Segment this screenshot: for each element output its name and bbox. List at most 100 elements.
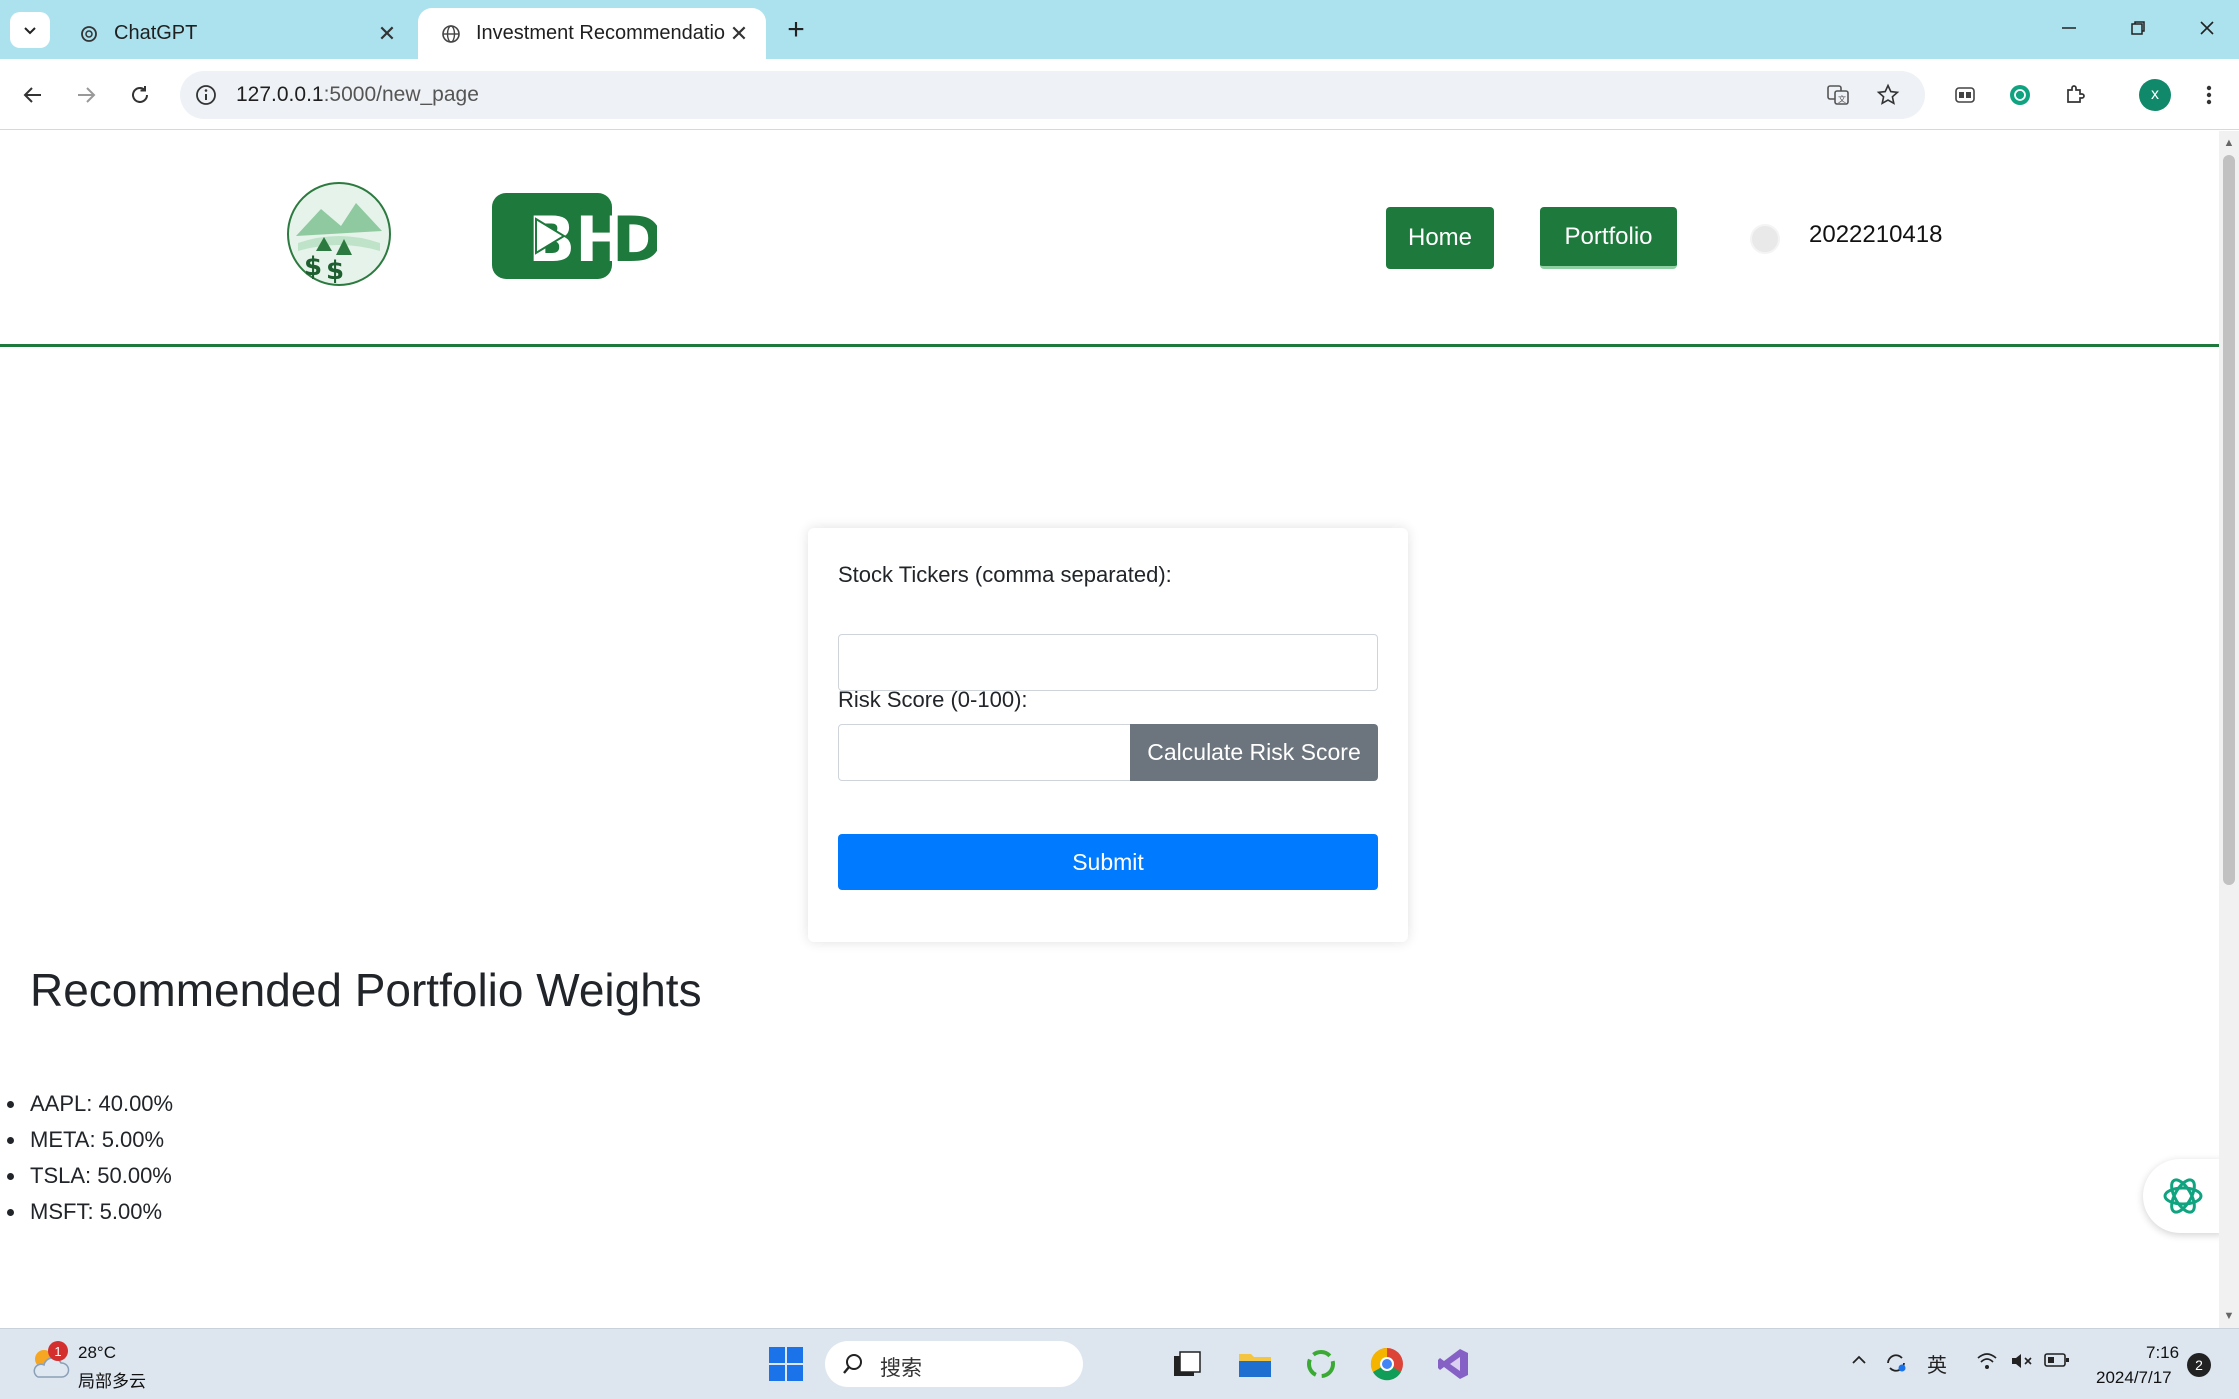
scrollbar-thumb[interactable] xyxy=(2223,155,2235,885)
url-path: :5000/new_page xyxy=(323,83,479,106)
chatgpt-floating-button[interactable] xyxy=(2143,1159,2219,1233)
tab-investment[interactable]: Investment Recommendatio ✕ xyxy=(418,8,766,59)
browser-menu-button[interactable] xyxy=(2191,77,2227,113)
circle-arrows-icon xyxy=(1307,1350,1335,1378)
chatgpt-extension-button[interactable] xyxy=(2002,77,2038,113)
calculate-risk-score-button[interactable]: Calculate Risk Score xyxy=(1130,724,1378,781)
list-item: MSFT: 5.00% xyxy=(6,1194,173,1230)
arrow-left-icon xyxy=(23,87,41,103)
chatgpt-icon xyxy=(2163,1178,2203,1214)
close-icon xyxy=(2200,21,2214,35)
tab-chatgpt[interactable]: ChatGPT ✕ xyxy=(56,8,414,59)
chatgpt-icon xyxy=(2010,85,2030,105)
restore-icon xyxy=(2131,21,2145,35)
profile-avatar[interactable]: x xyxy=(2139,79,2171,111)
svg-text:$: $ xyxy=(304,252,322,282)
svg-text:$: $ xyxy=(326,256,344,286)
browser-tab-strip: ChatGPT ✕ Investment Recommendatio ✕ + xyxy=(0,0,2239,59)
task-view-button[interactable] xyxy=(1166,1343,1208,1385)
reload-button[interactable] xyxy=(122,77,158,113)
site-logo-bhd[interactable]: BHD D xyxy=(492,191,679,281)
chevron-down-icon xyxy=(24,27,36,35)
user-id: 2022210418 xyxy=(1809,221,1943,248)
search-icon xyxy=(841,1352,865,1381)
chatgpt-icon xyxy=(78,23,100,45)
tab-title: Investment Recommendatio xyxy=(476,22,726,44)
wifi-icon xyxy=(1977,1353,1997,1369)
tickers-label: Stock Tickers (comma separated): xyxy=(838,562,1172,587)
extensions-button[interactable] xyxy=(2057,77,2093,113)
site-header: $ $ BHD D Home Portfolio 2022210418 xyxy=(0,131,2219,347)
site-logo-circle[interactable]: $ $ xyxy=(286,181,392,287)
weather-description: 局部多云 xyxy=(78,1372,146,1391)
weather-temperature: 28°C xyxy=(78,1343,116,1362)
battery-tray-icon[interactable] xyxy=(2044,1351,2070,1374)
more-vertical-icon xyxy=(2206,85,2212,105)
url-host: 127.0.0.1 xyxy=(236,83,324,106)
close-window-button[interactable] xyxy=(2184,8,2230,48)
tab-title: ChatGPT xyxy=(114,22,198,44)
task-view-icon xyxy=(1174,1351,1201,1376)
windows-taskbar: 1 28°C 局部多云 搜索 英 7:16 2024/7/17 2 xyxy=(0,1328,2239,1399)
translate-icon[interactable]: 文 xyxy=(1825,82,1851,108)
submit-button[interactable]: Submit xyxy=(838,834,1378,890)
back-button[interactable] xyxy=(15,77,51,113)
chevron-up-icon xyxy=(1852,1355,1866,1364)
scroll-down-icon[interactable]: ▼ xyxy=(2223,1310,2235,1322)
start-button[interactable] xyxy=(765,1343,807,1385)
scroll-up-icon[interactable]: ▲ xyxy=(2223,137,2235,149)
reading-mode-button[interactable] xyxy=(1947,77,1983,113)
page-scrollbar[interactable]: ▲ ▼ xyxy=(2219,131,2239,1328)
browser-toolbar: 127.0.0.1:5000/new_page 文 x xyxy=(0,59,2239,130)
input-method-indicator[interactable]: 英 xyxy=(1927,1349,1947,1378)
visual-studio-icon xyxy=(1438,1349,1468,1379)
minimize-icon xyxy=(2062,27,2076,29)
tickers-input[interactable] xyxy=(838,634,1378,691)
clock-date[interactable]: 2024/7/17 xyxy=(2096,1368,2172,1388)
sync-tray-icon[interactable] xyxy=(1884,1351,1908,1381)
close-icon[interactable]: ✕ xyxy=(374,21,400,47)
battery-icon xyxy=(2044,1353,2069,1367)
windows-icon xyxy=(769,1347,803,1381)
close-icon[interactable]: ✕ xyxy=(726,21,752,47)
new-tab-button[interactable]: + xyxy=(780,13,812,46)
clock-time[interactable]: 7:16 xyxy=(2146,1343,2179,1363)
site-info-icon[interactable] xyxy=(194,83,218,107)
address-bar[interactable]: 127.0.0.1:5000/new_page 文 xyxy=(180,71,1925,119)
search-placeholder: 搜索 xyxy=(880,1357,922,1380)
sync-icon xyxy=(1887,1354,1906,1372)
risk-score-input[interactable] xyxy=(838,724,1131,781)
portfolio-form: Stock Tickers (comma separated): Risk Sc… xyxy=(808,528,1408,942)
globe-icon xyxy=(440,23,462,45)
bookmark-star-icon[interactable] xyxy=(1875,82,1901,108)
chrome-button[interactable] xyxy=(1366,1343,1408,1385)
show-hidden-icons-button[interactable] xyxy=(1850,1351,1868,1375)
results-title: Recommended Portfolio Weights xyxy=(30,964,702,1016)
taskbar-search[interactable]: 搜索 xyxy=(825,1341,1083,1387)
puzzle-icon xyxy=(2067,85,2085,103)
risk-score-label: Risk Score (0-100): xyxy=(838,687,1028,712)
url-text[interactable]: 127.0.0.1:5000/new_page xyxy=(236,83,479,107)
nav-home-button[interactable]: Home xyxy=(1386,207,1494,269)
forward-button[interactable] xyxy=(68,77,104,113)
nav-portfolio-button[interactable]: Portfolio xyxy=(1540,207,1677,269)
list-item: TSLA: 50.00% xyxy=(6,1158,173,1194)
wifi-tray-icon[interactable] xyxy=(1976,1351,1998,1377)
svg-text:D: D xyxy=(612,203,657,276)
file-explorer-button[interactable] xyxy=(1234,1343,1276,1385)
minimize-button[interactable] xyxy=(2046,8,2092,48)
arrow-right-icon xyxy=(78,87,96,103)
app-sync-button[interactable] xyxy=(1300,1343,1342,1385)
page-viewport: $ $ BHD D Home Portfolio 2022210418 Stoc… xyxy=(0,131,2219,1328)
folder-icon xyxy=(1239,1354,1271,1377)
volume-tray-icon[interactable] xyxy=(2010,1351,2034,1377)
weights-list: AAPL: 40.00% META: 5.00% TSLA: 50.00% MS… xyxy=(6,1086,173,1230)
user-avatar-icon[interactable] xyxy=(1750,224,1780,254)
extension-tile-icon xyxy=(1955,87,1975,103)
list-item: META: 5.00% xyxy=(6,1122,173,1158)
visual-studio-button[interactable] xyxy=(1432,1343,1474,1385)
tab-search-button[interactable] xyxy=(10,12,50,48)
notification-count-badge[interactable]: 2 xyxy=(2187,1353,2211,1377)
weather-alert-badge: 1 xyxy=(48,1341,68,1361)
restore-button[interactable] xyxy=(2115,8,2161,48)
